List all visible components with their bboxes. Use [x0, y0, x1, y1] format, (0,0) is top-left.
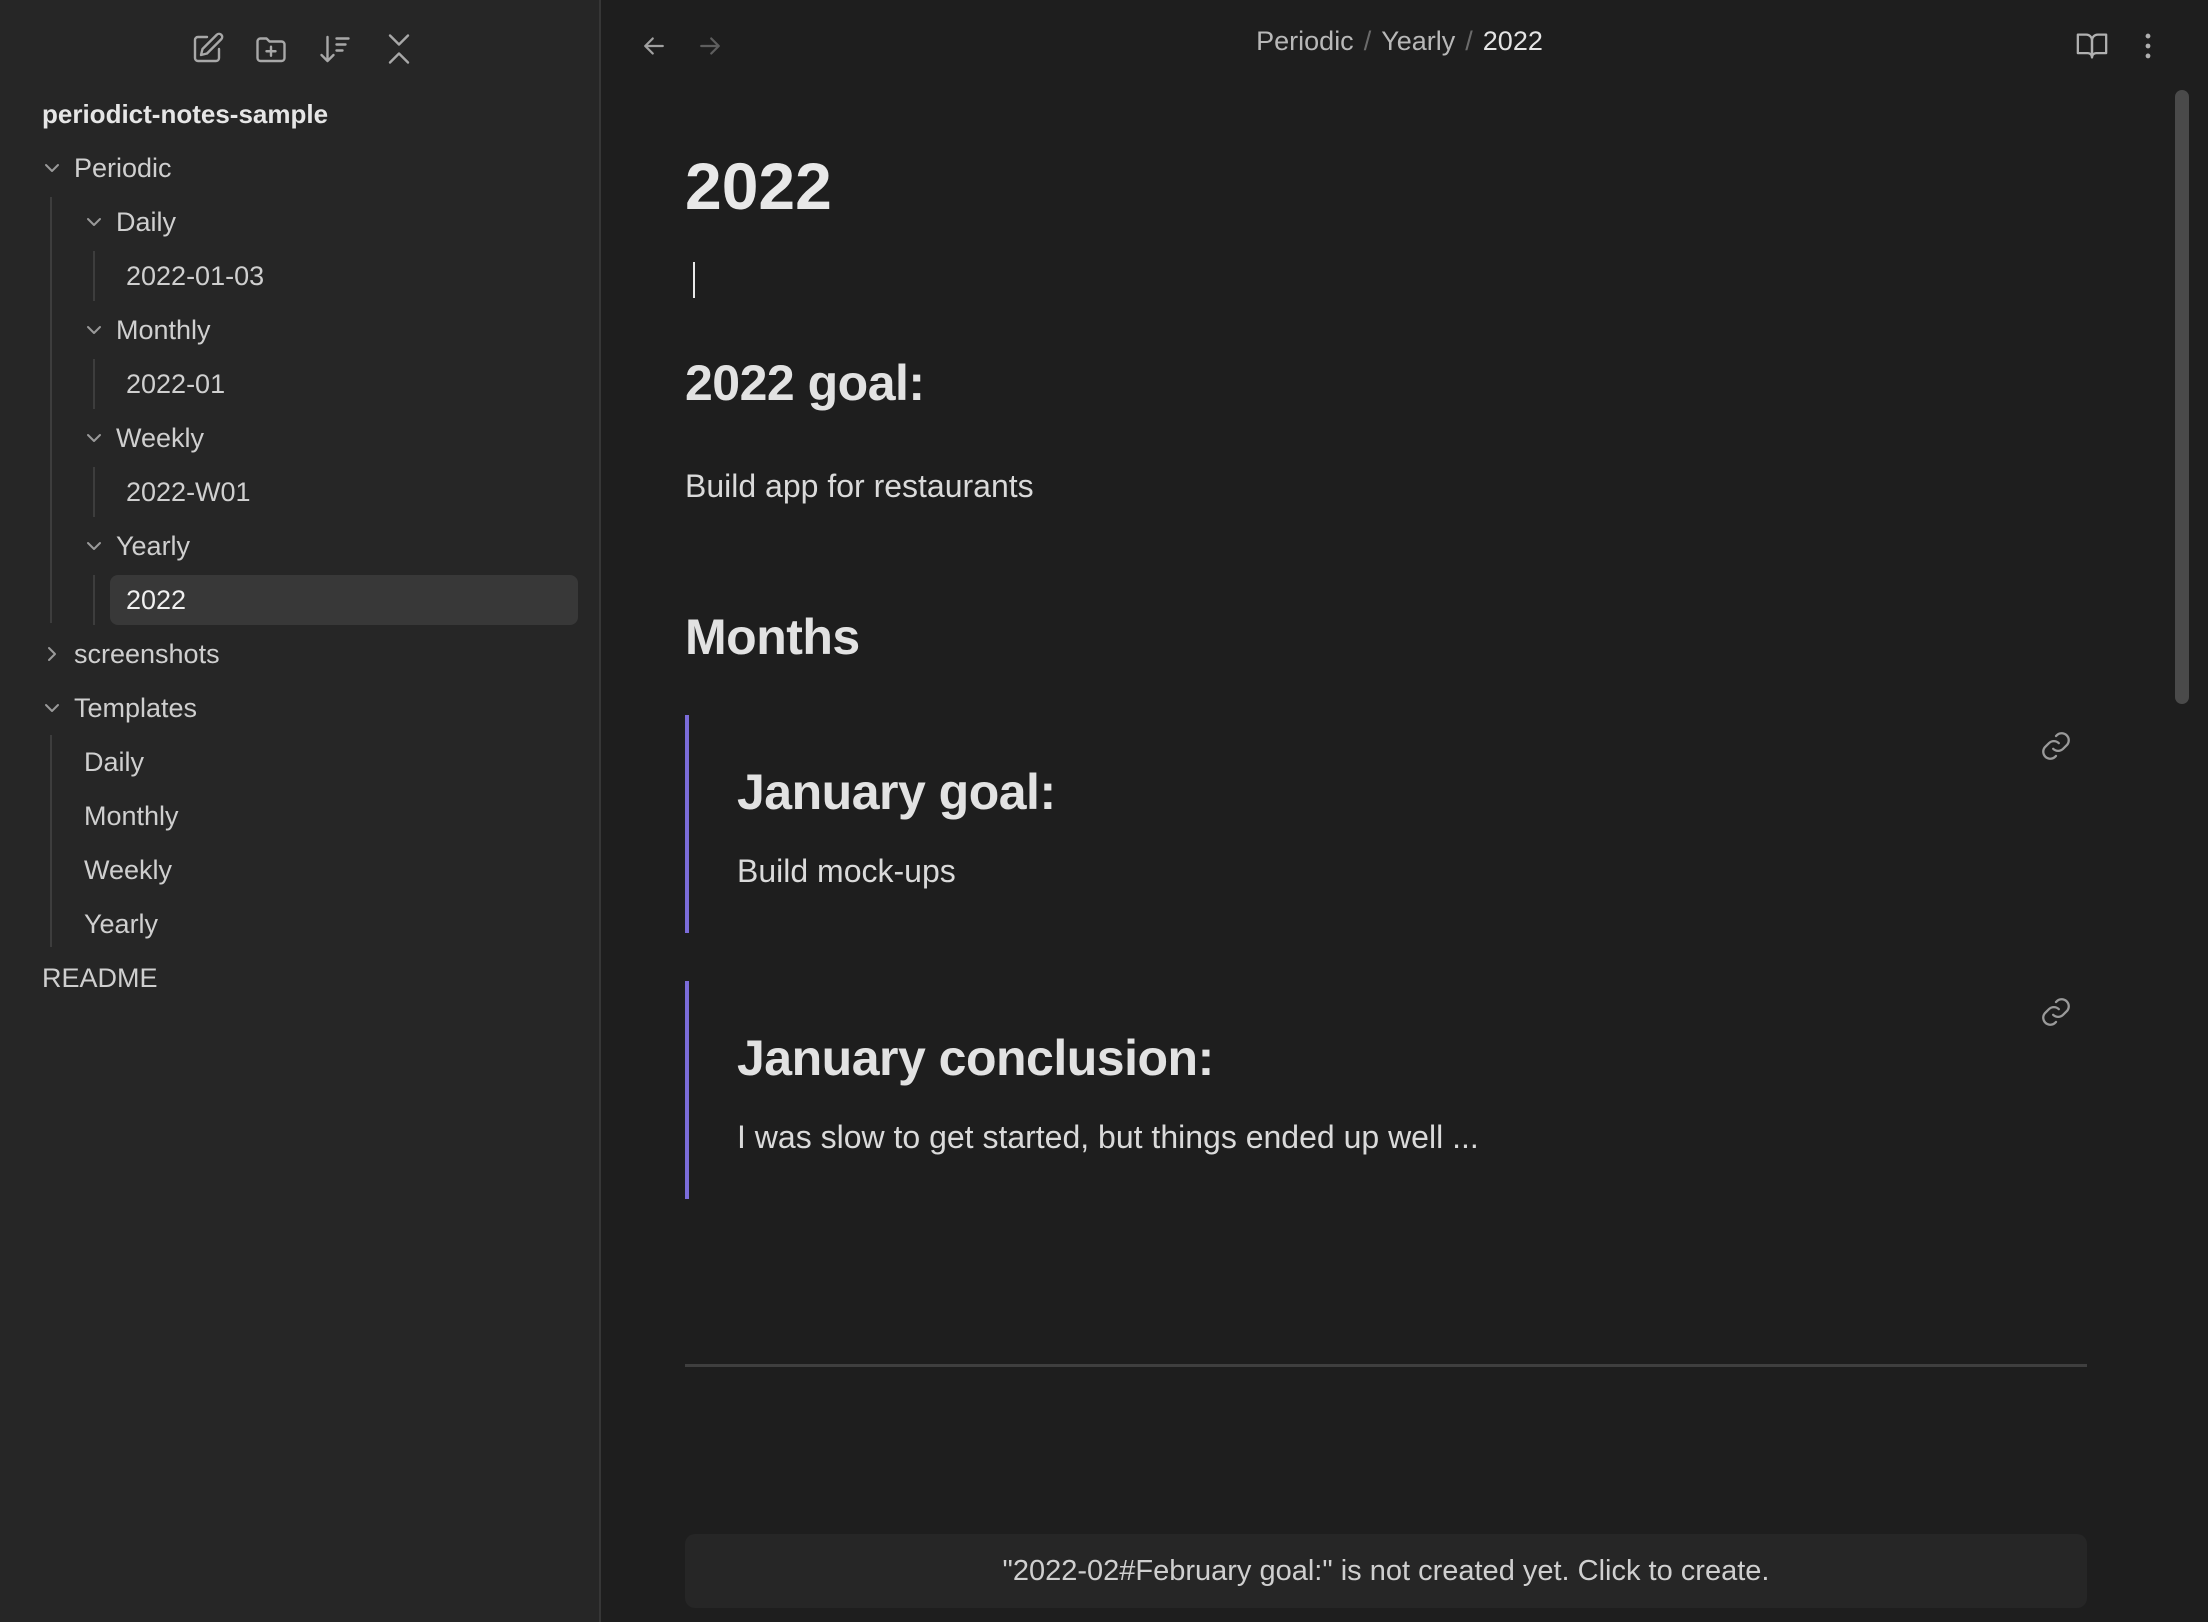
breadcrumb-current[interactable]: 2022 — [1483, 26, 1543, 56]
collapse-all-button[interactable] — [378, 28, 420, 70]
new-folder-button[interactable] — [250, 28, 292, 70]
file-template-monthly[interactable]: Monthly — [0, 789, 599, 843]
folder-label: Daily — [116, 206, 177, 237]
obsidian-window: periodict-notes-sample Periodic Daily 20… — [0, 0, 2208, 1622]
folder-label: Weekly — [116, 422, 205, 453]
text-cursor — [693, 262, 695, 298]
folder-label: Templates — [74, 692, 198, 723]
embed-text: I was slow to get started, but things en… — [737, 1119, 1479, 1155]
sort-icon — [320, 35, 350, 63]
book-open-icon — [2076, 33, 2108, 59]
chevron-down-icon — [82, 210, 106, 234]
folder-label: Yearly — [116, 530, 191, 561]
file-label: Yearly — [84, 908, 159, 939]
chevron-down-icon — [40, 156, 64, 180]
scrollbar[interactable] — [2170, 86, 2192, 1622]
file-tree: Periodic Daily 2022-01-03 Monthly 2022-0 — [0, 141, 599, 1005]
file-label: Weekly — [84, 854, 173, 885]
file-2022-active[interactable]: 2022 — [0, 573, 599, 627]
folder-periodic[interactable]: Periodic — [0, 141, 599, 195]
file-readme[interactable]: README — [0, 951, 599, 1005]
folder-label: Monthly — [116, 314, 211, 345]
more-options-button[interactable] — [2126, 24, 2170, 68]
breadcrumb: Periodic / Yearly / 2022 — [601, 26, 2208, 57]
file-2022-01[interactable]: 2022-01 — [0, 357, 599, 411]
link-icon — [2042, 732, 2070, 760]
unresolved-embed-notice[interactable]: "2022-02#February goal:" is not created … — [685, 1534, 2087, 1608]
chevron-down-icon — [82, 318, 106, 342]
folder-yearly[interactable]: Yearly — [0, 519, 599, 573]
folder-monthly[interactable]: Monthly — [0, 303, 599, 357]
folder-templates[interactable]: Templates — [0, 681, 599, 735]
file-explorer-toolbar — [186, 28, 420, 70]
file-2022-01-03[interactable]: 2022-01-03 — [0, 249, 599, 303]
edit-icon — [193, 32, 224, 63]
file-template-daily[interactable]: Daily — [0, 735, 599, 789]
file-label: 2022-W01 — [126, 476, 251, 507]
chevron-down-icon — [82, 426, 106, 450]
file-explorer-sidebar: periodict-notes-sample Periodic Daily 20… — [0, 0, 601, 1622]
months-heading[interactable]: Months — [685, 608, 860, 666]
folder-screenshots[interactable]: screenshots — [0, 627, 599, 681]
file-label: README — [42, 962, 158, 993]
breadcrumb-yearly[interactable]: Yearly — [1381, 26, 1455, 56]
sort-button[interactable] — [314, 28, 356, 70]
file-label: Monthly — [84, 800, 179, 831]
breadcrumb-separator: / — [1363, 26, 1372, 56]
embedded-section-january-goal[interactable]: January goal: Build mock-ups — [685, 715, 2087, 933]
link-icon — [2042, 998, 2070, 1026]
goal-text[interactable]: Build app for restaurants — [685, 468, 1034, 505]
vault-name: periodict-notes-sample — [42, 99, 329, 129]
embed-text: Build mock-ups — [737, 853, 956, 889]
file-label: Daily — [84, 746, 145, 777]
more-vertical-icon — [2145, 33, 2151, 59]
file-template-weekly[interactable]: Weekly — [0, 843, 599, 897]
collapse-all-icon — [388, 34, 410, 64]
scrollbar-thumb[interactable] — [2175, 90, 2189, 704]
breadcrumb-separator: / — [1465, 26, 1473, 56]
folder-label: screenshots — [74, 638, 220, 669]
folder-label: Periodic — [74, 152, 172, 183]
chevron-down-icon — [82, 534, 106, 558]
chevron-right-icon — [40, 642, 64, 666]
note-title[interactable]: 2022 — [685, 148, 832, 224]
open-link-button[interactable] — [2039, 995, 2073, 1029]
file-label: 2022 — [126, 584, 187, 615]
file-template-yearly[interactable]: Yearly — [0, 897, 599, 951]
embed-heading: January goal: — [737, 764, 1056, 820]
horizontal-rule — [685, 1364, 2087, 1367]
folder-daily[interactable]: Daily — [0, 195, 599, 249]
open-link-button[interactable] — [2039, 729, 2073, 763]
folder-plus-icon — [256, 37, 286, 63]
embed-heading: January conclusion: — [737, 1030, 1214, 1086]
breadcrumb-periodic[interactable]: Periodic — [1256, 26, 1354, 56]
new-note-button[interactable] — [186, 28, 228, 70]
embedded-section-january-conclusion[interactable]: January conclusion: I was slow to get st… — [685, 981, 2087, 1199]
folder-weekly[interactable]: Weekly — [0, 411, 599, 465]
chevron-down-icon — [40, 696, 64, 720]
file-2022-w01[interactable]: 2022-W01 — [0, 465, 599, 519]
file-label: 2022-01-03 — [126, 260, 265, 291]
reading-view-button[interactable] — [2070, 24, 2114, 68]
goal-heading[interactable]: 2022 goal: — [685, 354, 925, 412]
file-label: 2022-01 — [126, 368, 226, 399]
